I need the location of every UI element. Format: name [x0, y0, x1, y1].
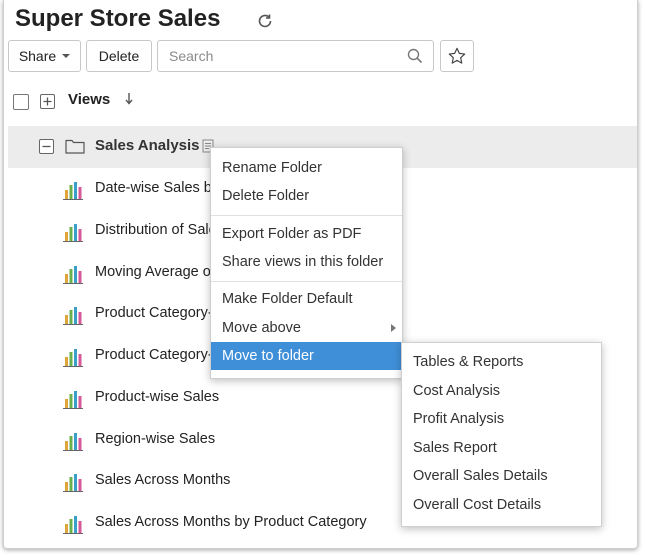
delete-button-label: Delete: [98, 48, 140, 64]
select-all-checkbox[interactable]: [13, 94, 29, 110]
bar-chart-icon: [63, 307, 83, 325]
menu-item-export-pdf[interactable]: Export Folder as PDF: [211, 220, 402, 248]
sort-icon[interactable]: [124, 92, 134, 106]
expand-all-icon[interactable]: [40, 94, 55, 109]
search-icon[interactable]: [407, 48, 423, 64]
menu-item-share-views[interactable]: Share views in this folder: [211, 248, 402, 276]
bar-chart-icon: [63, 474, 83, 492]
menu-divider: [211, 215, 402, 216]
bar-chart-icon: [63, 391, 83, 409]
menu-item-rename-folder[interactable]: Rename Folder: [211, 154, 402, 182]
view-item-label: Product-wise Sales: [95, 389, 220, 405]
submenu-item-tables-reports[interactable]: Tables & Reports: [402, 348, 601, 376]
menu-item-make-default[interactable]: Make Folder Default: [211, 285, 402, 313]
chevron-down-icon: [62, 54, 71, 58]
chevron-right-icon: [391, 324, 396, 332]
collapse-icon[interactable]: [39, 139, 54, 154]
view-item-label: Moving Average o: [95, 264, 211, 280]
view-item-label: Date-wise Sales by: [95, 180, 220, 196]
view-item-label: Region-wise Sales: [95, 431, 216, 447]
bar-chart-icon: [63, 224, 83, 242]
bar-chart-icon: [63, 349, 83, 367]
submenu-item-cost-analysis[interactable]: Cost Analysis: [402, 377, 601, 405]
window: Super Store Sales Share Delete Views Sal…: [3, 0, 638, 549]
bar-chart-icon: [63, 182, 83, 200]
folder-name: Sales Analysis: [95, 137, 200, 154]
menu-item-delete-folder[interactable]: Delete Folder: [211, 182, 402, 210]
page-title: Super Store Sales: [15, 5, 221, 32]
share-button[interactable]: Share: [8, 40, 81, 72]
share-button-label: Share: [18, 48, 57, 64]
bar-chart-icon: [63, 516, 83, 534]
menu-item-move-to-folder[interactable]: Move to folder: [211, 342, 402, 370]
search-input[interactable]: [157, 40, 434, 72]
menu-item-move-above-label: Move above: [222, 320, 301, 336]
submenu-item-profit-analysis[interactable]: Profit Analysis: [402, 405, 601, 433]
views-header-label: Views: [68, 91, 111, 108]
refresh-icon[interactable]: [256, 12, 274, 30]
menu-item-move-above[interactable]: Move above: [211, 314, 402, 342]
view-item-label: Product Category-: [95, 347, 213, 363]
view-item-label: Distribution of Sale: [95, 222, 217, 238]
submenu-item-sales-report[interactable]: Sales Report: [402, 434, 601, 462]
view-item-label: Sales Across Months by Product Category: [95, 514, 367, 530]
favorite-button[interactable]: [440, 40, 474, 72]
star-icon: [448, 47, 466, 64]
bar-chart-icon: [63, 266, 83, 284]
folder-icon: [65, 139, 85, 154]
submenu-item-overall-sales[interactable]: Overall Sales Details: [402, 462, 601, 490]
context-menu: Rename Folder Delete Folder Export Folde…: [210, 147, 403, 379]
delete-button[interactable]: Delete: [86, 40, 152, 72]
submenu-item-overall-cost[interactable]: Overall Cost Details: [402, 491, 601, 519]
folder-submenu: Tables & Reports Cost Analysis Profit An…: [401, 342, 602, 527]
bar-chart-icon: [63, 433, 83, 451]
view-item-label: Product Category-: [95, 305, 213, 321]
view-item-label: Sales Across Months: [95, 472, 231, 488]
menu-divider: [211, 281, 402, 282]
